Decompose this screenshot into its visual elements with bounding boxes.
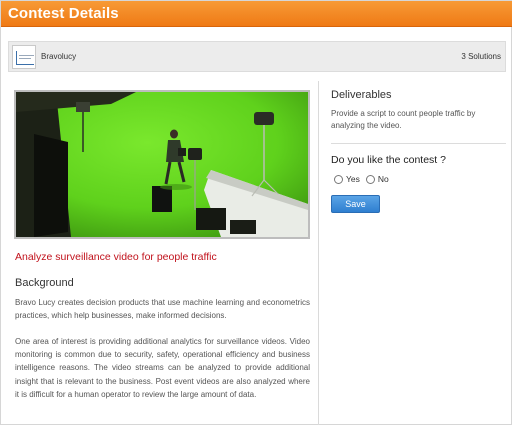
contest-details-panel: Contest Details Bravolucy 3 Solutions An… (0, 0, 512, 425)
yes-radio-button[interactable] (334, 174, 343, 184)
company-logo-icon[interactable] (12, 45, 36, 69)
contest-title: Analyze surveillance video for people tr… (15, 251, 217, 263)
column-divider (318, 81, 319, 425)
solutions-count[interactable]: 3 Solutions (461, 52, 501, 61)
contest-image (14, 90, 310, 239)
header-bar: Contest Details (1, 1, 512, 27)
background-paragraph: One area of interest is providing additi… (15, 337, 310, 399)
deliverables-heading: Deliverables (331, 89, 392, 101)
like-contest-question: Do you like the contest ? (331, 154, 446, 166)
company-name-link[interactable]: Bravolucy (41, 52, 76, 61)
contest-main-column: Analyze surveillance video for people tr… (8, 81, 317, 425)
like-contest-options: Yes No (334, 174, 395, 184)
yes-radio-label[interactable]: Yes (346, 174, 360, 184)
background-heading: Background (15, 277, 74, 289)
deliverables-text: Provide a script to count people traffic… (331, 109, 476, 130)
sidebar-divider (331, 143, 506, 144)
page-title: Contest Details (8, 5, 119, 22)
no-radio-button[interactable] (365, 174, 375, 184)
no-radio-label[interactable]: No (378, 174, 389, 184)
background-paragraph: Bravo Lucy creates decision products tha… (15, 298, 310, 321)
contest-sidebar: Deliverables Provide a script to count p… (331, 81, 506, 425)
save-button[interactable]: Save (331, 195, 380, 213)
company-bar: Bravolucy 3 Solutions (8, 41, 506, 72)
